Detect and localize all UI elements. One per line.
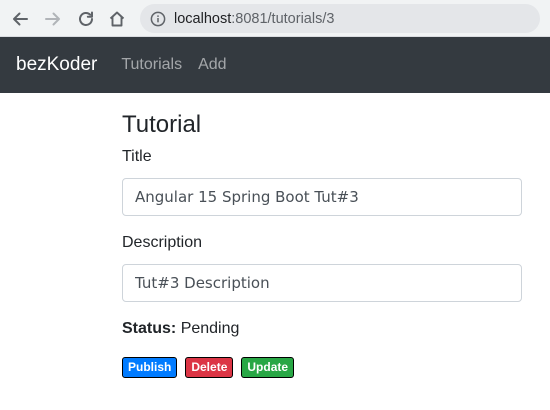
title-input[interactable] <box>122 178 522 216</box>
address-bar[interactable]: localhost:8081/tutorials/3 <box>140 4 540 33</box>
info-icon[interactable] <box>150 11 166 27</box>
reload-icon[interactable] <box>73 6 99 32</box>
brand-link[interactable]: bezKoder <box>16 54 97 76</box>
action-buttons: Publish Delete Update <box>122 357 522 378</box>
update-button[interactable]: Update <box>241 357 295 378</box>
description-group: Description <box>122 232 522 302</box>
publish-button[interactable]: Publish <box>122 357 178 378</box>
status-label: Status: <box>122 320 177 337</box>
page-title: Tutorial <box>122 111 202 138</box>
delete-button[interactable]: Delete <box>185 357 234 378</box>
tutorial-edit-form: Tutorial Title Description Status: Pendi… <box>122 108 522 378</box>
app-navbar: bezKoder Tutorials Add <box>0 37 550 93</box>
title-label: Title <box>122 148 152 165</box>
browser-toolbar: localhost:8081/tutorials/3 <box>0 0 550 37</box>
description-label: Description <box>122 234 203 251</box>
url-text: localhost:8081/tutorials/3 <box>174 10 335 27</box>
description-input[interactable] <box>122 264 522 302</box>
title-group: Title <box>122 146 522 216</box>
nav-link-tutorials[interactable]: Tutorials <box>121 56 182 74</box>
status-value: Pending <box>180 320 240 337</box>
nav-link-add[interactable]: Add <box>198 56 226 74</box>
back-arrow-icon[interactable] <box>7 6 33 32</box>
status-row: Status: Pending <box>122 318 522 340</box>
home-icon[interactable] <box>104 6 130 32</box>
forward-arrow-icon[interactable] <box>40 6 66 32</box>
